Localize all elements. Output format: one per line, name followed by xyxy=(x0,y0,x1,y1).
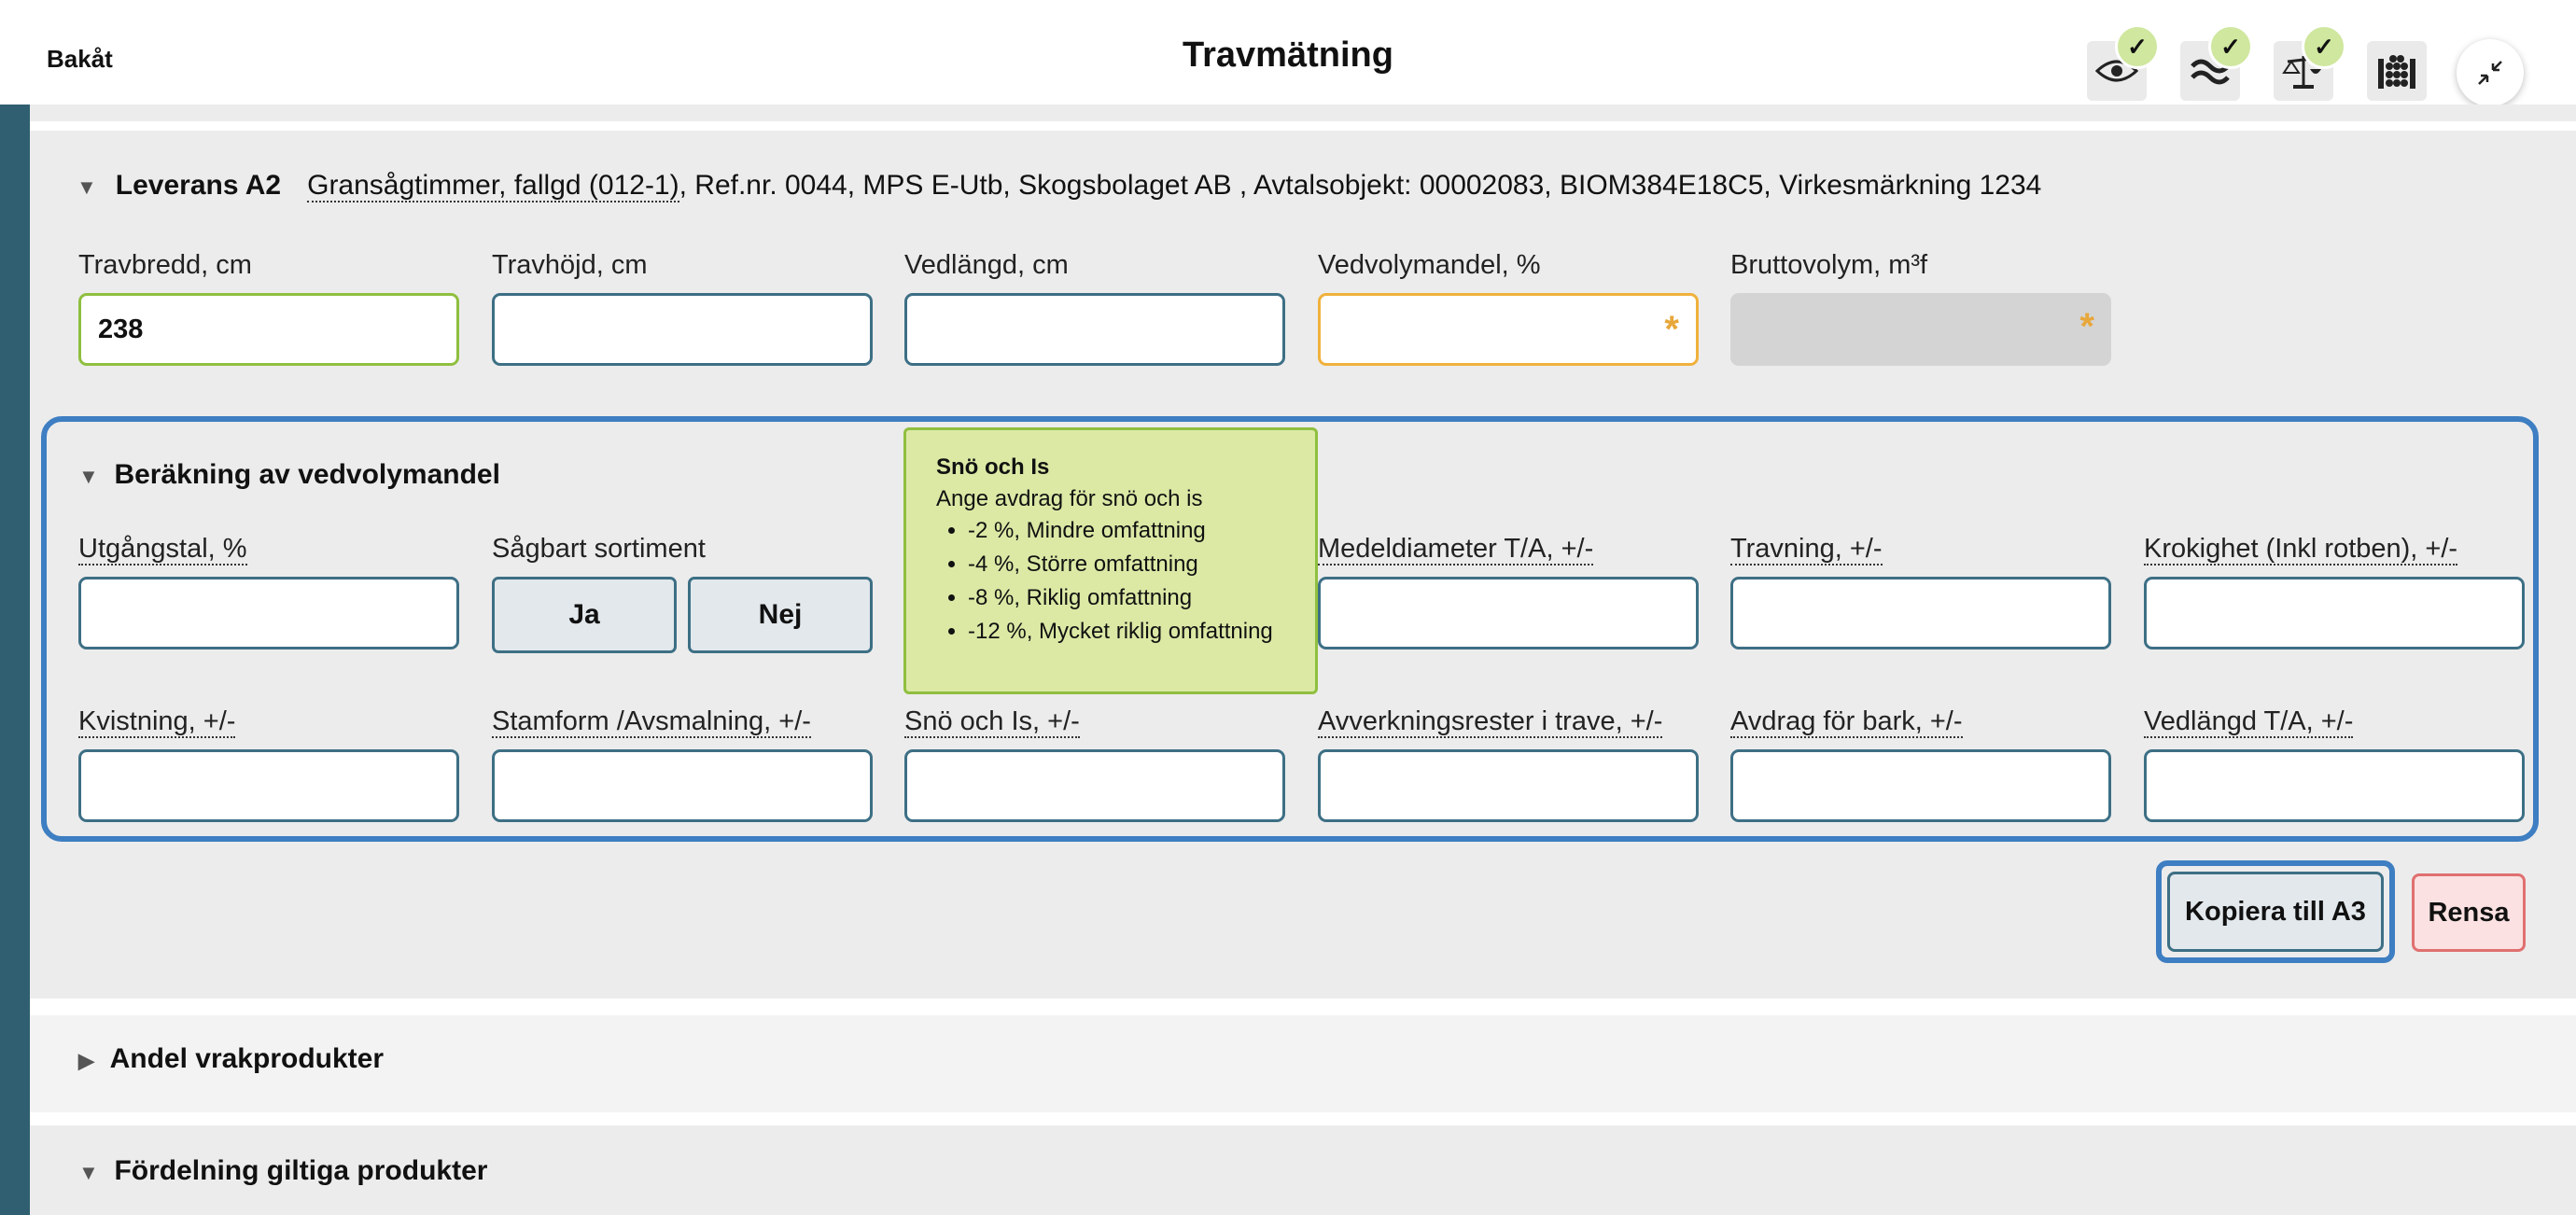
delivery-header[interactable]: ▼ Leverans A2 Gransågtimmer, fallgd (012-1… xyxy=(77,170,2041,202)
caret-down-icon: ▼ xyxy=(78,1161,99,1184)
krokighet-input[interactable] xyxy=(2144,577,2525,649)
tooltip-item: -2 %, Mindre omfattning xyxy=(968,518,1285,544)
bruttovolym-field: * xyxy=(1730,293,2111,366)
bruttovolym-label: Bruttovolym, m³f xyxy=(1730,250,1928,280)
travning-input[interactable] xyxy=(1730,577,2111,649)
stamform-label: Stamform /Avsmalning, +/- xyxy=(492,706,811,738)
travbredd-input[interactable]: 238 xyxy=(78,293,459,366)
fordelning-header[interactable]: ▼ Fördelning giltiga produkter xyxy=(78,1155,487,1187)
tooltip-list: -2 %, Mindre omfattning -4 %, Större omf… xyxy=(936,518,1285,645)
vedlangd-label: Vedlängd, cm xyxy=(904,250,1069,280)
copy-button[interactable]: Kopiera till A3 xyxy=(2167,872,2384,952)
calc-header[interactable]: ▼ Beräkning av vedvolymandel xyxy=(78,459,500,491)
stamform-input[interactable] xyxy=(492,749,873,822)
status-eye[interactable]: ✓ xyxy=(2087,24,2160,101)
ja-button[interactable]: Ja xyxy=(492,577,677,653)
collapse-button[interactable] xyxy=(2457,39,2524,106)
utgangstal-input[interactable] xyxy=(78,577,459,649)
check-icon: ✓ xyxy=(2115,24,2160,69)
medeldiameter-label: Medeldiameter T/A, +/- xyxy=(1318,534,1594,566)
kvistning-input[interactable] xyxy=(78,749,459,822)
vrak-title: Andel vrakprodukter xyxy=(109,1043,385,1074)
tooltip-subtitle: Ange avdrag för snö och is xyxy=(936,486,1203,511)
tooltip-item: -8 %, Riklig omfattning xyxy=(968,585,1285,611)
tooltip-item: -4 %, Större omfattning xyxy=(968,552,1285,578)
required-icon: * xyxy=(1664,309,1679,350)
bark-label: Avdrag för bark, +/- xyxy=(1730,706,1963,738)
vedvolymandel-label: Vedvolymandel, % xyxy=(1318,250,1541,280)
travning-label: Travning, +/- xyxy=(1730,534,1883,566)
stack-icon xyxy=(2378,55,2415,89)
tooltip-title: Snö och Is xyxy=(936,454,1050,480)
vedlangd-ta-label: Vedlängd T/A, +/- xyxy=(2144,706,2354,738)
required-icon: * xyxy=(2079,306,2094,347)
minimize-icon xyxy=(2478,61,2502,85)
section-vrak[interactable] xyxy=(30,1015,2576,1112)
delivery-label: Leverans A2 xyxy=(115,170,282,201)
sno-input[interactable] xyxy=(904,749,1285,822)
travbredd-label: Travbredd, cm xyxy=(78,250,252,280)
status-scale[interactable]: ✓ xyxy=(2274,24,2346,101)
check-icon: ✓ xyxy=(2302,24,2346,69)
sagbart-label: Sågbart sortiment xyxy=(492,534,706,564)
delivery-product[interactable]: Gransågtimmer, fallgd (012-1) xyxy=(307,170,679,202)
calc-title: Beräkning av vedvolymandel xyxy=(114,459,500,490)
tooltip-item: -12 %, Mycket riklig omfattning xyxy=(968,619,1285,645)
caret-down-icon: ▼ xyxy=(78,465,99,488)
delivery-details: , Ref.nr. 0044, MPS E-Utb, Skogsbolaget … xyxy=(679,170,2042,201)
fordelning-title: Fördelning giltiga produkter xyxy=(114,1155,488,1186)
medeldiameter-input[interactable] xyxy=(1318,577,1699,649)
utgangstal-label: Utgångstal, % xyxy=(78,534,247,566)
vedlangd-ta-input[interactable] xyxy=(2144,749,2525,822)
caret-right-icon: ▶ xyxy=(78,1049,94,1072)
sno-tooltip: Snö och Is Ange avdrag för snö och is -2… xyxy=(903,427,1318,694)
sno-label: Snö och Is, +/- xyxy=(904,706,1080,738)
avverkningsrester-label: Avverkningsrester i trave, +/- xyxy=(1318,706,1663,738)
vrak-header[interactable]: ▶ Andel vrakprodukter xyxy=(78,1043,384,1075)
krokighet-label: Krokighet (Inkl rotben), +/- xyxy=(2144,534,2458,566)
top-band xyxy=(30,105,2576,121)
kvistning-label: Kvistning, +/- xyxy=(78,706,236,738)
avverkningsrester-input[interactable] xyxy=(1318,749,1699,822)
travhojd-input[interactable] xyxy=(492,293,873,366)
vedvolymandel-input[interactable]: * xyxy=(1318,293,1699,366)
clear-button[interactable]: Rensa xyxy=(2412,873,2526,952)
vedlangd-input[interactable] xyxy=(904,293,1285,366)
nej-button[interactable]: Nej xyxy=(688,577,873,653)
caret-down-icon: ▼ xyxy=(77,175,97,199)
bark-input[interactable] xyxy=(1730,749,2111,822)
side-rail xyxy=(0,105,30,1215)
travhojd-label: Travhöjd, cm xyxy=(492,250,648,280)
check-icon: ✓ xyxy=(2208,24,2253,69)
status-stack[interactable] xyxy=(2367,41,2427,101)
status-approx[interactable]: ✓ xyxy=(2180,24,2253,101)
